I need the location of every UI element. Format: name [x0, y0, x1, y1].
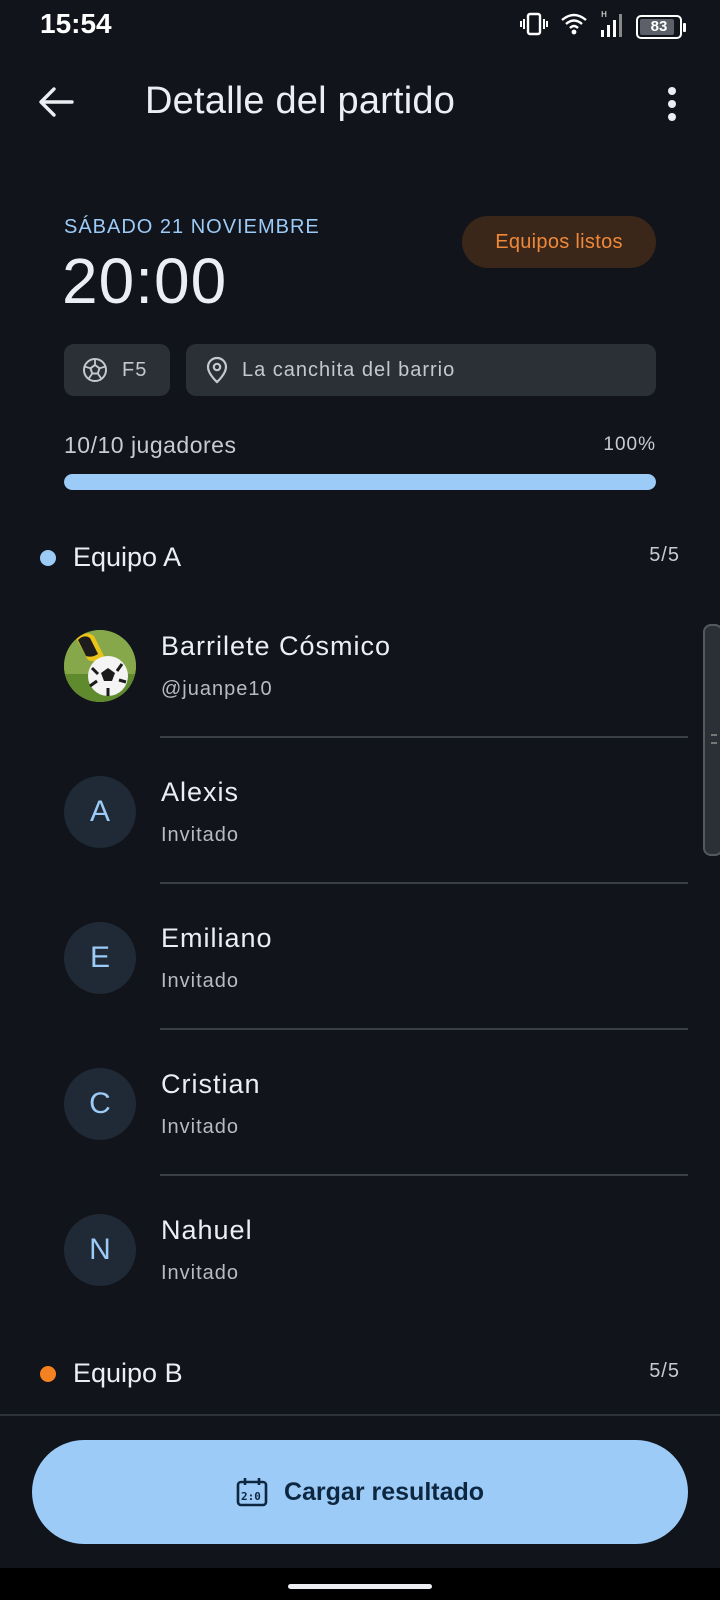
player-row[interactable]: A Alexis Invitado: [0, 776, 720, 922]
team-a-header: Equipo A 5/5: [40, 538, 680, 578]
player-row[interactable]: Barrilete Cósmico @juanpe10: [0, 630, 720, 776]
back-button[interactable]: [30, 78, 82, 126]
team-a-count: 5/5: [649, 544, 680, 566]
svg-text:H: H: [601, 10, 607, 19]
player-name: Emiliano: [161, 923, 273, 953]
team-b-count: 5/5: [649, 1360, 680, 1382]
app-bar: Detalle del partido: [0, 60, 720, 144]
avatar: C: [64, 1068, 136, 1140]
player-username: @juanpe10: [161, 678, 273, 700]
players-progress-fill: [64, 474, 656, 490]
team-a-color-dot: [40, 550, 56, 566]
divider: [160, 736, 688, 738]
player-status: Invitado: [161, 970, 240, 992]
match-date: SÁBADO 21 NOVIEMBRE: [64, 216, 320, 238]
divider: [160, 1028, 688, 1030]
divider: [160, 882, 688, 884]
status-bar: 15:54 H 83: [0, 0, 720, 52]
status-icons: H 83: [520, 10, 686, 43]
player-name: Nahuel: [161, 1215, 253, 1245]
players-count: 10/10 jugadores: [64, 432, 237, 458]
avatar: N: [64, 1214, 136, 1286]
soccer-ball-icon: [83, 358, 107, 382]
signal-icon: H: [600, 10, 624, 43]
format-label: F5: [122, 358, 148, 381]
bottom-divider: [0, 1414, 720, 1416]
player-row[interactable]: N Nahuel Invitado: [0, 1214, 720, 1360]
player-status: Invitado: [161, 1262, 240, 1284]
location-label: La canchita del barrio: [242, 358, 456, 381]
avatar: E: [64, 922, 136, 994]
status-badge: Equipos listos: [462, 216, 656, 268]
team-b-name: Equipo B: [73, 1358, 183, 1388]
location-pin-icon: [206, 356, 228, 384]
avatar: [64, 630, 136, 702]
player-row[interactable]: E Emiliano Invitado: [0, 922, 720, 1068]
player-name: Cristian: [161, 1069, 261, 1099]
team-b-header: Equipo B 5/5: [40, 1354, 680, 1394]
location-chip[interactable]: La canchita del barrio: [186, 344, 656, 396]
load-result-button[interactable]: 2:0 Cargar resultado: [32, 1440, 688, 1544]
home-indicator[interactable]: [288, 1584, 432, 1589]
team-b-color-dot: [40, 1366, 56, 1382]
status-time: 15:54: [40, 8, 112, 39]
more-vert-icon: [668, 87, 676, 121]
player-row[interactable]: C Cristian Invitado: [0, 1068, 720, 1214]
load-result-label: Cargar resultado: [283, 1477, 485, 1506]
scoreboard-icon: 2:0: [236, 1478, 268, 1507]
scroll-handle[interactable]: [703, 624, 720, 856]
vibrate-icon: [520, 12, 548, 41]
team-a-name: Equipo A: [73, 542, 182, 572]
page-title: Detalle del partido: [145, 80, 456, 122]
wifi-icon: [560, 12, 588, 41]
battery-level: 83: [650, 18, 668, 35]
players-percent: 100%: [603, 434, 656, 455]
svg-text:2:0: 2:0: [241, 1490, 261, 1503]
more-options-button[interactable]: [648, 80, 696, 128]
player-name: Alexis: [161, 777, 240, 807]
battery-icon: 83: [636, 14, 686, 39]
avatar-photo: [64, 630, 136, 702]
match-time: 20:00: [62, 245, 228, 317]
format-chip: F5: [64, 344, 170, 396]
arrow-back-icon: [39, 87, 74, 117]
player-name: Barrilete Cósmico: [161, 631, 392, 661]
divider: [160, 1174, 688, 1176]
player-status: Invitado: [161, 1116, 240, 1138]
players-progress-bar: [64, 474, 656, 490]
player-status: Invitado: [161, 824, 240, 846]
avatar: A: [64, 776, 136, 848]
